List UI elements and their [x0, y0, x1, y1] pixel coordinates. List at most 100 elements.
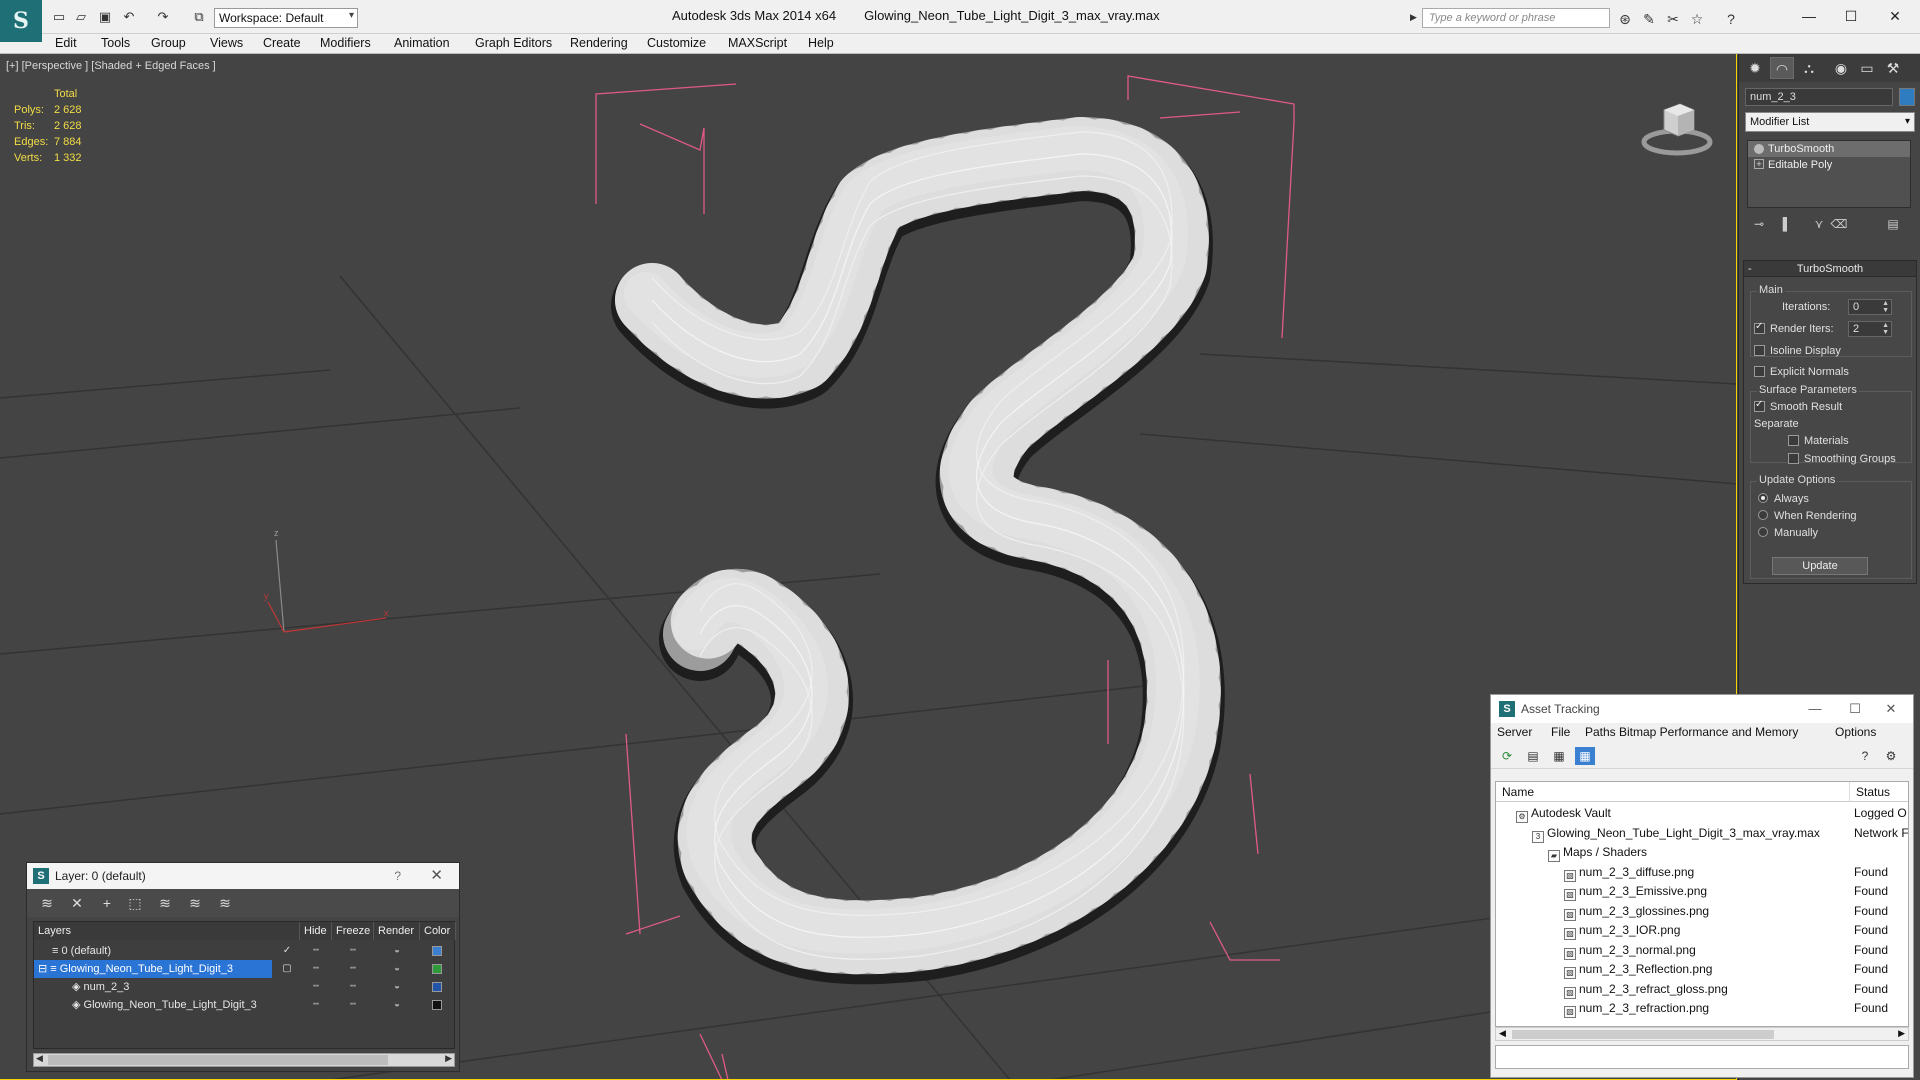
explicit-normals-row[interactable]: Explicit Normals [1754, 366, 1849, 378]
viewport-label-menu[interactable]: [+] [Perspective ] [Shaded + Edged Faces… [6, 60, 216, 72]
isoline-display-checkbox[interactable] [1754, 345, 1765, 356]
modify-tab-icon[interactable]: ◠ [1770, 57, 1794, 79]
motion-tab-icon[interactable]: ◉ [1829, 57, 1853, 79]
delete-layer-icon[interactable]: ✕ [67, 894, 87, 912]
col-name[interactable]: Name [1496, 782, 1850, 802]
layer-color-swatch[interactable] [432, 946, 442, 956]
object-color-swatch[interactable] [432, 1000, 442, 1010]
close-window-button[interactable]: ✕ [1872, 4, 1918, 28]
spinner-arrows-icon[interactable]: ▲ ▼ [1882, 300, 1889, 314]
update-always-row[interactable]: Always [1758, 493, 1809, 505]
scrollbar-thumb[interactable] [48, 1055, 388, 1065]
stack-item-editable-poly[interactable]: + Editable Poly [1748, 157, 1910, 173]
communication-icon[interactable]: ✂ [1664, 10, 1682, 28]
asset-menu-bitmap-performance[interactable]: Bitmap Performance and Memory [1619, 725, 1798, 739]
asset-row[interactable]: ▧ num_2_3_Reflection.png Found [1496, 960, 1908, 979]
scroll-left-icon[interactable]: ◀ [36, 1053, 43, 1064]
update-when-rendering-row[interactable]: When Rendering [1758, 510, 1857, 522]
asset-row[interactable]: ▧ num_2_3_glossines.png Found [1496, 902, 1908, 921]
menu-rendering[interactable]: Rendering [570, 36, 628, 50]
tree-view-icon[interactable]: ▦ [1549, 747, 1569, 765]
redo-icon[interactable]: ↷ [154, 8, 172, 26]
active-layer-check-icon[interactable]: ✓ [274, 942, 300, 960]
scrollbar-thumb[interactable] [1512, 1030, 1774, 1039]
asset-row[interactable]: ▧ num_2_3_refract_gloss.png Found [1496, 980, 1908, 999]
explicit-normals-checkbox[interactable] [1754, 366, 1765, 377]
table-view-icon[interactable]: ▦ [1575, 747, 1595, 765]
expand-plus-icon[interactable]: + [1754, 159, 1764, 169]
menu-graph-editors[interactable]: Graph Editors [475, 36, 552, 50]
asset-row[interactable]: 3 Glowing_Neon_Tube_Light_Digit_3_max_vra… [1496, 824, 1908, 843]
workspace-dropdown[interactable]: Workspace: Default ▾ [214, 8, 358, 28]
maximize-icon[interactable]: ☐ [1837, 695, 1873, 723]
col-freeze[interactable]: Freeze [332, 922, 374, 940]
menu-modifiers[interactable]: Modifiers [320, 36, 371, 50]
create-layer-icon[interactable]: ≋ [37, 894, 57, 912]
stack-item-turbosmooth[interactable]: TurboSmooth [1748, 141, 1910, 157]
iterations-spinner[interactable]: 0 ▲ ▼ [1848, 299, 1892, 315]
render-teapot-icon[interactable]: ◒ [374, 996, 420, 1014]
materials-row[interactable]: Materials [1788, 435, 1849, 447]
freeze-toggle[interactable]: ┅ [332, 960, 374, 978]
save-file-icon[interactable]: ▣ [96, 8, 114, 26]
update-button[interactable]: Update [1772, 557, 1868, 575]
minimize-icon[interactable]: — [1797, 695, 1833, 723]
asset-horizontal-scrollbar[interactable]: ◀ ▶ [1495, 1027, 1909, 1041]
smoothing-groups-checkbox[interactable] [1788, 453, 1799, 464]
menu-animation[interactable]: Animation [394, 36, 450, 50]
search-expand-icon[interactable]: ▶ [1410, 12, 1417, 23]
asset-menu-options[interactable]: Options [1835, 725, 1876, 739]
spinner-arrows-icon[interactable]: ▲ ▼ [1882, 322, 1889, 336]
isoline-display-row[interactable]: Isoline Display [1754, 345, 1841, 357]
hide-toggle[interactable]: ┅ [300, 942, 332, 960]
lightbulb-icon[interactable] [1754, 144, 1764, 154]
render-iters-spinner[interactable]: 2 ▲ ▼ [1848, 321, 1892, 337]
menu-customize[interactable]: Customize [647, 36, 706, 50]
layer-row[interactable]: ◈ num_2_3 ┅ ┅ ◒ [34, 978, 454, 996]
viewcube-widget[interactable] [1640, 90, 1714, 164]
freeze-toggle[interactable]: ┅ [332, 942, 374, 960]
infocenter-search-input[interactable]: Type a keyword or phrase [1422, 8, 1610, 28]
asset-row[interactable]: ▰ Maps / Shaders [1496, 843, 1908, 862]
favorites-star-icon[interactable]: ☆ [1688, 10, 1706, 28]
menu-create[interactable]: Create [263, 36, 301, 50]
hide-toggle[interactable]: ┅ [300, 978, 332, 996]
asset-menu-file[interactable]: File [1551, 725, 1570, 739]
active-layer-box-icon[interactable]: ▢ [274, 960, 300, 978]
menu-help[interactable]: Help [808, 36, 834, 50]
col-layers[interactable]: Layers [34, 922, 300, 940]
update-manually-radio[interactable] [1758, 527, 1768, 537]
add-to-layer-icon[interactable]: + [97, 894, 117, 912]
col-status[interactable]: Status [1850, 782, 1908, 802]
render-teapot-icon[interactable]: ◒ [374, 942, 420, 960]
utilities-tab-icon[interactable]: ⚒ [1881, 57, 1905, 79]
hide-toggle[interactable]: ┅ [300, 960, 332, 978]
rollout-header[interactable]: - TurboSmooth [1744, 261, 1916, 277]
modifier-list-dropdown[interactable]: Modifier List ▾ [1745, 112, 1915, 132]
col-hide[interactable]: Hide [300, 922, 332, 940]
project-folder-icon[interactable]: ⧉ [190, 8, 208, 26]
minimize-window-button[interactable]: — [1786, 4, 1832, 28]
close-icon[interactable]: ✕ [430, 863, 443, 889]
freeze-toggle[interactable]: ┅ [332, 996, 374, 1014]
col-color[interactable]: Color [420, 922, 456, 940]
update-when-rendering-radio[interactable] [1758, 510, 1768, 520]
help-icon[interactable]: ? [1855, 747, 1875, 765]
asset-row[interactable]: ▧ num_2_3_IOR.png Found [1496, 921, 1908, 940]
asset-menu-paths[interactable]: Paths [1585, 725, 1616, 739]
refresh-icon[interactable]: ⟳ [1497, 747, 1517, 765]
update-always-radio[interactable] [1758, 493, 1768, 503]
make-unique-icon[interactable]: ⋎ [1809, 214, 1829, 234]
menu-views[interactable]: Views [210, 36, 243, 50]
smoothing-groups-row[interactable]: Smoothing Groups [1788, 453, 1896, 465]
menu-maxscript[interactable]: MAXScript [728, 36, 787, 50]
scroll-right-icon[interactable]: ▶ [445, 1053, 452, 1064]
settings-icon[interactable]: ⚙ [1881, 747, 1901, 765]
render-teapot-icon[interactable]: ◒ [374, 960, 420, 978]
select-objects-icon[interactable]: ⬚ [125, 894, 145, 912]
list-view-icon[interactable]: ▤ [1523, 747, 1543, 765]
remove-modifier-icon[interactable]: ⌫ [1829, 214, 1849, 234]
render-iters-row[interactable]: Render Iters: [1754, 321, 1834, 335]
help-icon[interactable]: ? [1722, 10, 1740, 28]
object-color-swatch[interactable] [1899, 88, 1915, 106]
